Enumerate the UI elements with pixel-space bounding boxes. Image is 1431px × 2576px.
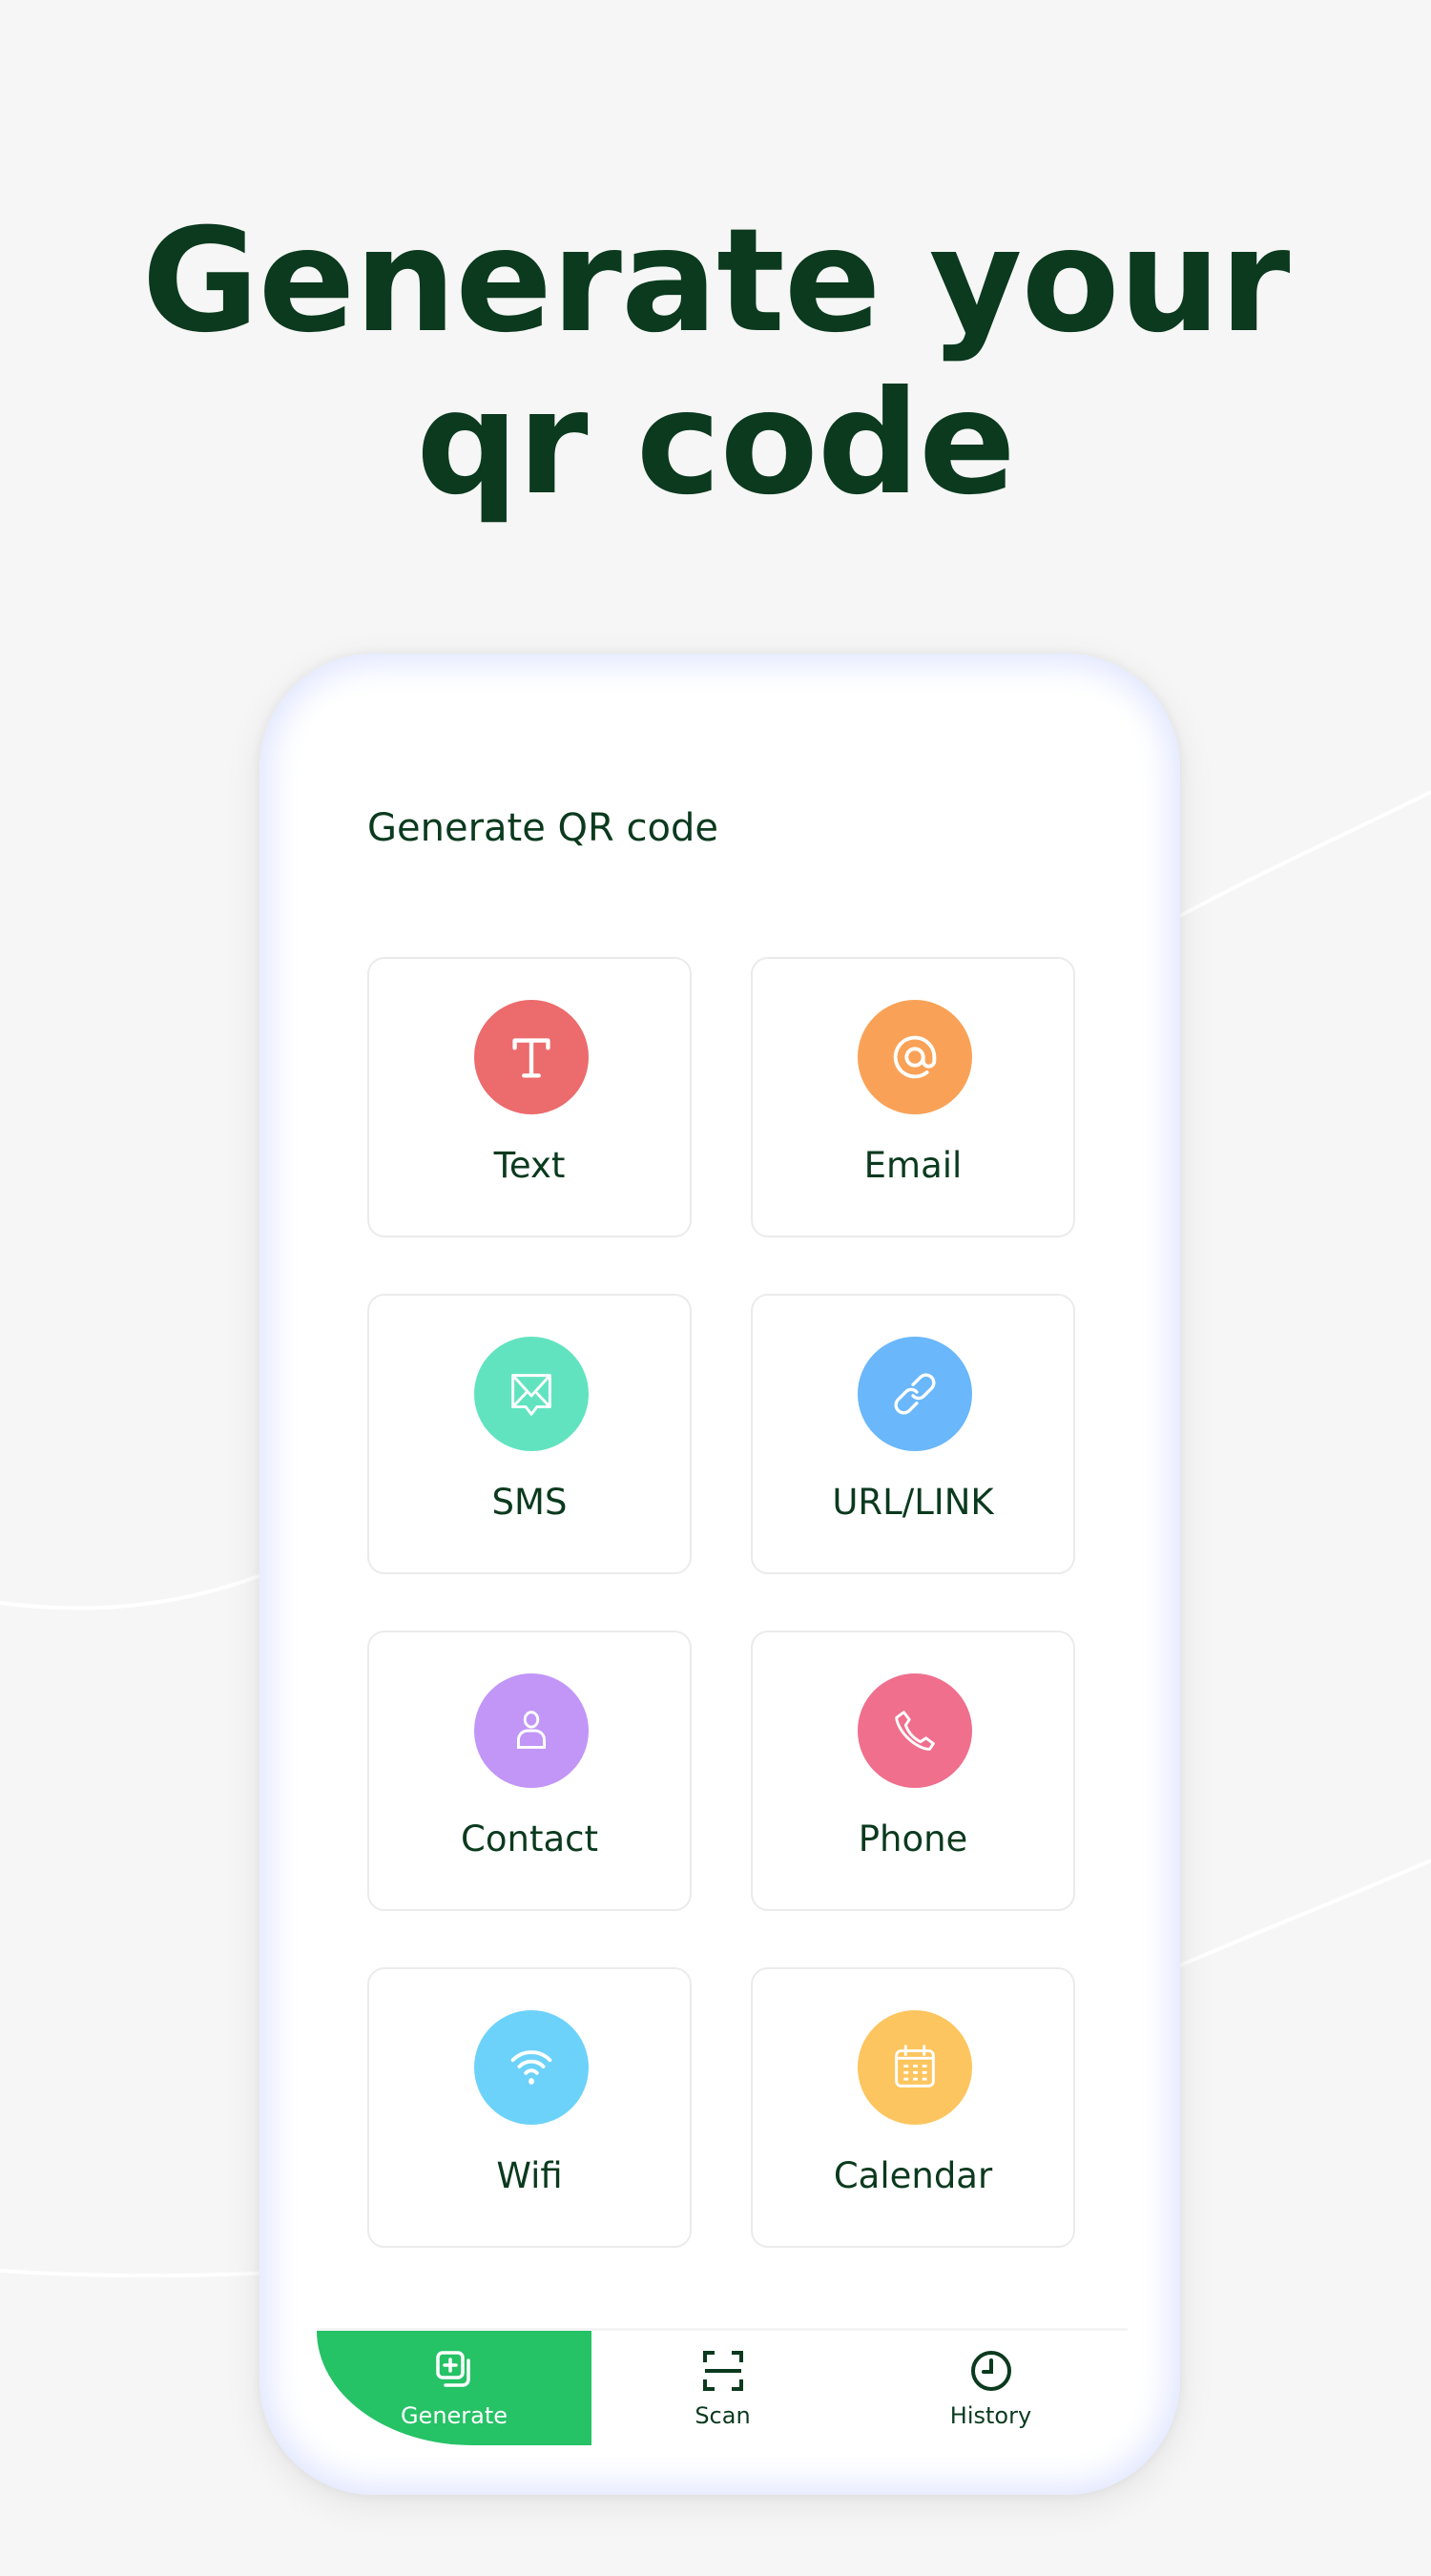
option-label: Phone xyxy=(858,1818,968,1859)
option-icon-circle xyxy=(858,1000,972,1114)
person-icon xyxy=(516,1711,547,1749)
bottom-tab-bar: Generate Scan History xyxy=(317,2328,1128,2445)
option-icon-circle xyxy=(858,1673,972,1788)
option-icon-circle xyxy=(474,1673,589,1788)
option-icon-circle xyxy=(858,2010,972,2125)
at-sign-icon xyxy=(893,1035,937,1079)
hero-line-1: Generate your xyxy=(141,198,1291,364)
option-label: URL/LINK xyxy=(832,1482,994,1523)
tab-label: Scan xyxy=(695,2402,751,2429)
clock-icon xyxy=(970,2351,1011,2391)
tab-scan[interactable]: Scan xyxy=(591,2331,854,2445)
link-icon xyxy=(894,1373,936,1415)
option-icon-circle xyxy=(474,2010,589,2125)
screen-title: Generate QR code xyxy=(367,806,718,850)
qr-type-grid: Text Email SMS URL/LINK Contact Phone Wi… xyxy=(367,957,1075,2248)
wifi-icon xyxy=(510,2050,552,2085)
tab-label: History xyxy=(949,2402,1032,2429)
text-icon xyxy=(512,1038,550,1078)
message-envelope-icon xyxy=(511,1374,551,1416)
option-contact[interactable]: Contact xyxy=(367,1631,692,1911)
option-label: Text xyxy=(493,1145,566,1186)
option-url-link[interactable]: URL/LINK xyxy=(751,1294,1075,1574)
hero-heading: Generate your qr code xyxy=(0,200,1431,525)
option-label: Wifi xyxy=(496,2155,563,2196)
option-icon-circle xyxy=(858,1337,972,1451)
tab-history[interactable]: History xyxy=(854,2331,1128,2445)
phone-icon xyxy=(895,1711,935,1751)
option-text[interactable]: Text xyxy=(367,957,692,1237)
tab-label: Generate xyxy=(400,2402,508,2429)
option-label: Contact xyxy=(461,1818,598,1859)
tab-generate[interactable]: Generate xyxy=(317,2331,591,2445)
option-icon-circle xyxy=(474,1337,589,1451)
option-calendar[interactable]: Calendar xyxy=(751,1967,1075,2248)
hero-line-2: qr code xyxy=(416,361,1016,527)
phone-mockup: Generate QR code Text Email SMS URL/LINK… xyxy=(259,654,1180,2495)
generate-add-icon xyxy=(436,2351,470,2387)
option-label: Email xyxy=(863,1145,963,1186)
option-label: Calendar xyxy=(833,2155,993,2196)
calendar-icon xyxy=(895,2045,935,2088)
scan-frame-icon xyxy=(702,2351,743,2391)
option-wifi[interactable]: Wifi xyxy=(367,1967,692,2248)
option-sms[interactable]: SMS xyxy=(367,1294,692,1574)
option-email[interactable]: Email xyxy=(751,957,1075,1237)
option-icon-circle xyxy=(474,1000,589,1114)
option-phone[interactable]: Phone xyxy=(751,1631,1075,1911)
option-label: SMS xyxy=(491,1482,568,1523)
